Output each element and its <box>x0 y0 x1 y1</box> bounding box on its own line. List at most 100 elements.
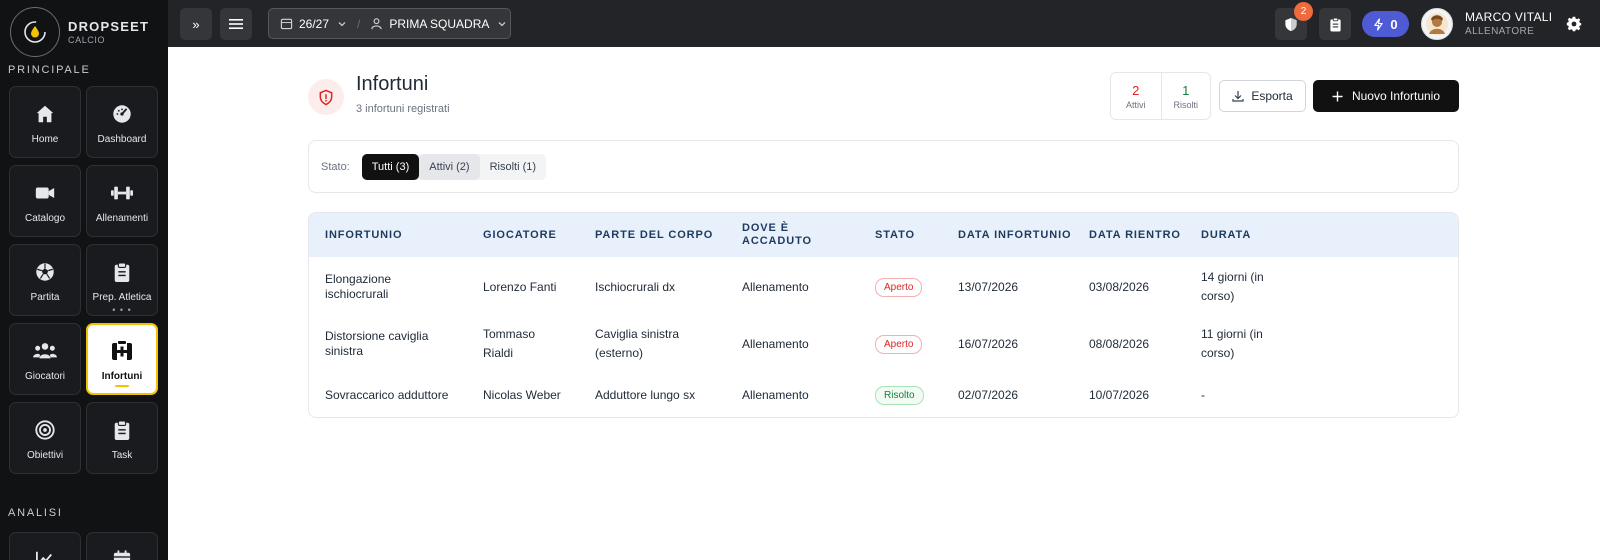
shield-icon <box>1285 17 1297 31</box>
nav-label: Obiettivi <box>26 449 64 461</box>
gear-icon <box>1566 16 1582 32</box>
cell-return-date: 08/08/2026 <box>1089 337 1150 351</box>
energy-counter[interactable]: 0 <box>1362 11 1409 37</box>
user-icon <box>370 17 383 30</box>
user-role: ALLENATORE <box>1465 26 1535 37</box>
video-icon <box>34 179 56 207</box>
filter-all[interactable]: Tutti (3) <box>361 153 420 180</box>
column-header-duration[interactable]: DURATA <box>1185 213 1458 257</box>
user-name: MARCO VITALI <box>1465 10 1553 24</box>
target-icon <box>34 416 56 444</box>
new-injury-button[interactable]: Nuovo Infortunio <box>1313 80 1459 112</box>
team-selector[interactable]: PRIMA SQUADRA <box>389 17 489 31</box>
calendar-icon <box>280 17 293 30</box>
cell-player: Tommaso Rialdi <box>467 316 579 372</box>
user-info[interactable]: MARCO VITALI ALLENATORE <box>1465 10 1552 37</box>
cell-injury: Sovraccarico adduttore <box>325 388 449 402</box>
nav-tiles-analysis <box>9 532 158 560</box>
cell-body-part: Ischiocrurali dx <box>595 279 676 294</box>
cell-injury-date: 13/07/2026 <box>958 279 1019 294</box>
chevron-down-icon[interactable] <box>497 19 507 29</box>
cell-injury: Distorsione caviglia sinistra <box>309 316 467 372</box>
injuries-table: INFORTUNIO GIOCATORE PARTE DEL CORPO DOV… <box>308 212 1459 418</box>
calendar-check-icon <box>112 547 132 560</box>
cell-where: Allenamento <box>742 388 809 402</box>
nav-tile-task[interactable]: Task <box>86 402 158 474</box>
sidebar: DROPSEET CALCIO PRINCIPALE Home Dashboar… <box>0 0 168 560</box>
nav-label: Infortuni <box>101 370 143 382</box>
nav-tile-dashboard[interactable]: Dashboard <box>86 86 158 158</box>
cell-player: Lorenzo Fanti <box>483 279 557 294</box>
cell-where: Allenamento <box>742 279 809 294</box>
chart-line-icon <box>35 547 55 560</box>
avatar[interactable] <box>1421 8 1453 40</box>
nav-label: Home <box>31 133 59 145</box>
cell-status: Risolto <box>859 372 942 417</box>
filter-active[interactable]: Attivi (2) <box>419 153 480 180</box>
nav-tile-home[interactable]: Home <box>9 86 81 158</box>
clipboard-icon <box>1329 17 1341 31</box>
alerts-button[interactable]: 2 <box>1275 2 1313 40</box>
column-header-body-part[interactable]: PARTE DEL CORPO <box>579 213 726 257</box>
user-avatar-icon <box>1426 13 1448 35</box>
double-chevron-right-icon: » <box>192 16 200 32</box>
clipboard-icon <box>112 258 132 286</box>
duration-text: 11 giorni (in corso) <box>1201 327 1263 360</box>
nav-tile-allenamenti[interactable]: Allenamenti <box>86 165 158 237</box>
column-header-status[interactable]: STATO <box>859 213 942 257</box>
nav-label: Catalogo <box>24 212 66 224</box>
filter-label: Stato: <box>321 160 350 173</box>
column-header-player[interactable]: GIOCATORE <box>467 213 579 257</box>
filter-bar: Stato: Tutti (3) Attivi (2) Risolti (1) <box>308 140 1459 193</box>
task-icon <box>112 416 132 444</box>
cell-return-date: 03/08/2026 <box>1089 279 1150 294</box>
column-header-where[interactable]: DOVE È ACCADUTO <box>726 213 859 257</box>
brand: DROPSEET CALCIO <box>0 0 168 64</box>
duration-text: 14 giorni (in corso) <box>1201 269 1264 303</box>
column-header-injury-date[interactable]: DATA INFORTUNIO <box>942 213 1073 257</box>
cell-player: Nicolas Weber <box>483 388 561 402</box>
nav-tile-partita[interactable]: Partita <box>9 244 81 316</box>
nav-tile-catalogo[interactable]: Catalogo <box>9 165 81 237</box>
status-filter: Tutti (3) Attivi (2) Risolti (1) <box>361 153 547 180</box>
export-label: Esporta <box>1251 89 1293 103</box>
tasks-button[interactable] <box>1319 8 1351 40</box>
hamburger-icon <box>229 19 243 29</box>
nav-tile-giocatori[interactable]: Giocatori <box>9 323 81 395</box>
table-row[interactable]: Elongazione ischiocrurali Lorenzo Fanti … <box>309 257 1458 316</box>
nav-label: Prep. Atletica <box>92 291 152 303</box>
stat-active: 2 Attivi <box>1111 73 1161 119</box>
nav-tile-calendar[interactable] <box>86 532 158 560</box>
nav-tile-infortuni[interactable]: Infortuni <box>86 323 158 395</box>
stat-resolved: 1 Risolti <box>1160 73 1211 119</box>
injury-name: Elongazione ischiocrurali <box>325 271 392 301</box>
brand-sub: CALCIO <box>68 35 106 45</box>
nav-tiles: Home Dashboard Catalogo Allenamenti Part… <box>9 86 158 474</box>
nav-tile-prep-atletica[interactable]: Prep. Atletica • • • <box>86 244 158 316</box>
nav-tile-obiettivi[interactable]: Obiettivi <box>9 402 81 474</box>
nav-tile-analytics[interactable] <box>9 532 81 560</box>
status-badge: Aperto <box>875 277 923 297</box>
season-selector[interactable]: 26/27 <box>299 17 329 31</box>
table-row[interactable]: Sovraccarico adduttore Nicolas Weber Add… <box>309 372 1458 417</box>
cell-injury: Elongazione ischiocrurali <box>309 257 467 316</box>
nav-label: Task <box>111 449 133 461</box>
table-row[interactable]: Distorsione caviglia sinistra Tommaso Ri… <box>309 316 1458 372</box>
menu-button[interactable] <box>220 8 252 40</box>
medical-icon <box>110 337 134 365</box>
expand-sidebar-button[interactable]: » <box>180 8 212 40</box>
column-header-injury[interactable]: INFORTUNIO <box>309 213 467 257</box>
topbar: » 26/27 / PRIMA SQUADRA 2 0 MARCO VITALI… <box>168 0 1600 47</box>
users-icon <box>32 337 58 365</box>
filter-resolved[interactable]: Risolti (1) <box>479 153 547 180</box>
main-content: Infortuni 3 infortuni registrati 2 Attiv… <box>168 47 1600 560</box>
settings-button[interactable] <box>1562 12 1586 36</box>
cell-status: Aperto <box>859 257 942 316</box>
nav-label: Partita <box>30 291 60 303</box>
chevron-down-icon[interactable] <box>337 19 347 29</box>
column-header-return-date[interactable]: DATA RIENTRO <box>1073 213 1185 257</box>
injury-name: Distorsione caviglia sinistra <box>325 329 429 358</box>
home-icon <box>34 100 56 128</box>
export-button[interactable]: Esporta <box>1219 80 1306 112</box>
cell-injury-date: 02/07/2026 <box>958 388 1019 402</box>
